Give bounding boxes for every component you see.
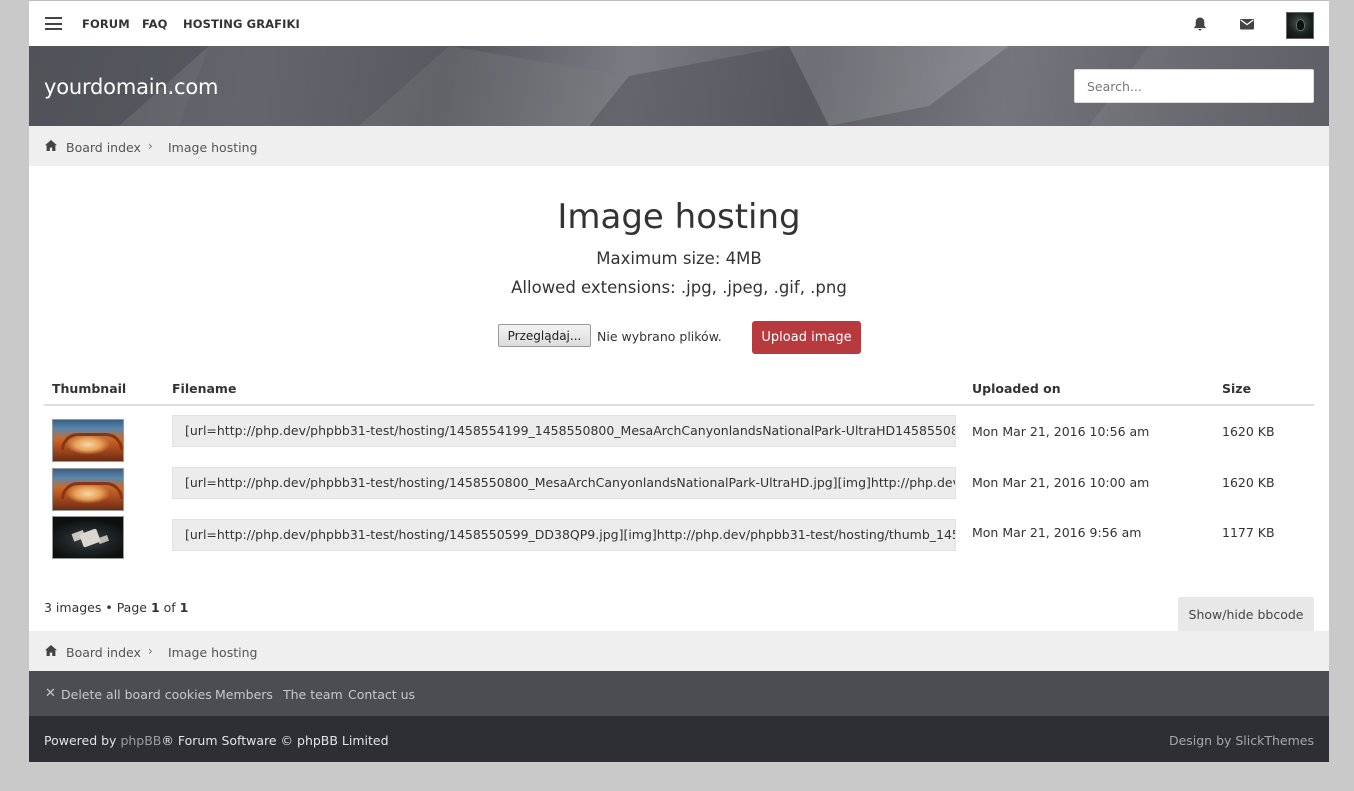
current-page: 1 — [150, 600, 160, 615]
breadcrumb-bottom: Board index › Image hosting — [29, 631, 1329, 671]
the-team-link[interactable]: The team — [283, 687, 343, 702]
no-file-selected-text: Nie wybrano plików. — [597, 329, 722, 344]
breadcrumb-image-hosting[interactable]: Image hosting — [168, 645, 257, 660]
nav-hosting-link[interactable]: HOSTING GRAFIKI — [183, 17, 300, 31]
powered-by-text: Powered by phpBB® Forum Software © phpBB… — [44, 733, 389, 748]
breadcrumb-board-index[interactable]: Board index — [66, 140, 141, 155]
column-header-size: Size — [1222, 381, 1252, 396]
nav-forum-link[interactable]: FORUM — [82, 17, 130, 31]
footer-links-bar: ✕ Delete all board cookies Members The t… — [29, 671, 1329, 716]
upload-image-button[interactable]: Upload image — [752, 321, 861, 354]
phpbb-link[interactable]: phpBB — [120, 733, 161, 748]
thumbnail-mesa-arch-image[interactable] — [52, 468, 124, 511]
uploaded-on-cell: Mon Mar 21, 2016 10:00 am — [972, 475, 1150, 490]
breadcrumb-image-hosting[interactable]: Image hosting — [168, 140, 257, 155]
bbcode-field[interactable]: [url=http://php.dev/phpbb31-test/hosting… — [172, 519, 956, 551]
pagination-count-text: 3 images • Page — [44, 600, 151, 615]
members-link[interactable]: Members — [215, 687, 273, 702]
top-navbar: FORUM FAQ HOSTING GRAFIKI — [29, 0, 1329, 46]
home-icon[interactable] — [45, 645, 57, 656]
table-header-divider — [44, 404, 1314, 406]
design-credit[interactable]: Design by SlickThemes — [1169, 733, 1314, 748]
pagination-info: 3 images • Page 1 of 1 — [44, 600, 188, 615]
max-size-text: Maximum size: 4MB — [596, 249, 762, 268]
search-input[interactable] — [1074, 69, 1314, 103]
bbcode-field[interactable]: [url=http://php.dev/phpbb31-test/hosting… — [172, 415, 956, 447]
breadcrumb: Board index › Image hosting — [29, 126, 1329, 166]
thumbnail-spaceship-image[interactable] — [52, 516, 124, 559]
total-pages: 1 — [179, 600, 189, 615]
size-cell: 1620 KB — [1222, 475, 1275, 490]
powered-suffix: ® Forum Software © phpBB Limited — [161, 733, 389, 748]
size-cell: 1177 KB — [1222, 525, 1275, 540]
bbcode-field[interactable]: [url=http://php.dev/phpbb31-test/hosting… — [172, 467, 956, 499]
page: FORUM FAQ HOSTING GRAFIKI yourdomain.com — [29, 0, 1329, 762]
notification-bell-icon[interactable] — [1191, 15, 1209, 33]
powered-prefix: Powered by — [44, 733, 121, 748]
header-banner: yourdomain.com — [29, 46, 1329, 126]
page-title: Image hosting — [557, 197, 801, 237]
home-icon[interactable] — [45, 140, 57, 151]
thumbnail-mesa-arch-image[interactable] — [52, 419, 124, 462]
show-hide-bbcode-button[interactable]: Show/hide bbcode — [1178, 597, 1314, 631]
chevron-right-icon: › — [148, 139, 153, 153]
delete-cookies-link[interactable]: Delete all board cookies — [61, 687, 212, 702]
messages-envelope-icon[interactable] — [1238, 15, 1256, 33]
footer-copyright-bar: Powered by phpBB® Forum Software © phpBB… — [29, 716, 1329, 762]
nav-faq-link[interactable]: FAQ — [142, 17, 168, 31]
uploaded-on-cell: Mon Mar 21, 2016 9:56 am — [972, 525, 1142, 540]
site-title[interactable]: yourdomain.com — [44, 75, 218, 99]
close-x-icon: ✕ — [45, 686, 56, 701]
pagination-of-text: of — [159, 600, 180, 615]
hamburger-menu-icon[interactable] — [45, 17, 62, 30]
column-header-filename: Filename — [172, 381, 237, 396]
breadcrumb-board-index[interactable]: Board index — [66, 645, 141, 660]
uploaded-on-cell: Mon Mar 21, 2016 10:56 am — [972, 424, 1150, 439]
browse-file-button[interactable]: Przeglądaj... — [498, 324, 591, 347]
column-header-thumbnail: Thumbnail — [52, 381, 127, 396]
size-cell: 1620 KB — [1222, 424, 1275, 439]
column-header-uploaded-on: Uploaded on — [972, 381, 1061, 396]
contact-us-link[interactable]: Contact us — [348, 687, 415, 702]
chevron-right-icon: › — [148, 644, 153, 658]
user-avatar[interactable] — [1286, 12, 1314, 39]
allowed-extensions-text: Allowed extensions: .jpg, .jpeg, .gif, .… — [511, 278, 847, 297]
